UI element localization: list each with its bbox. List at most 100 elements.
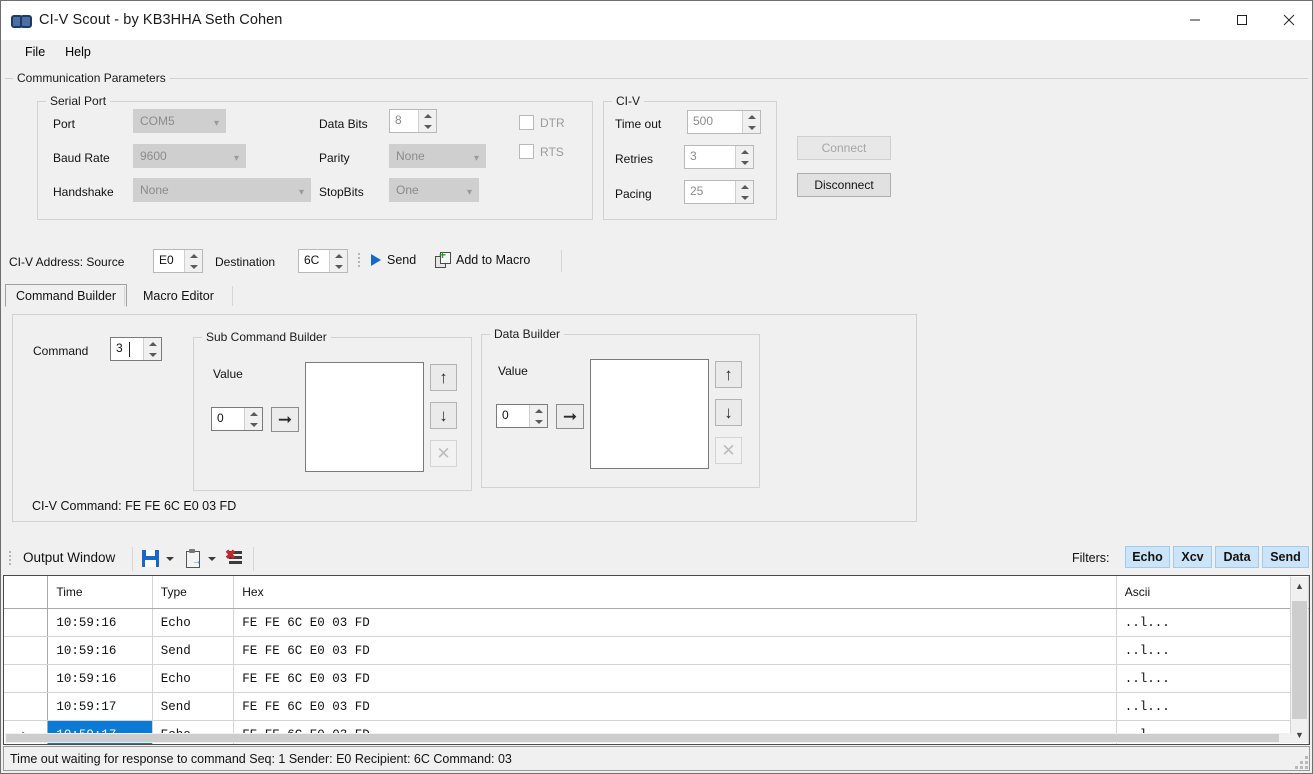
stepper-down[interactable] (144, 349, 161, 360)
save-dropdown-arrow-icon[interactable] (166, 557, 174, 561)
data-bits-stepper[interactable]: 8 (389, 109, 437, 133)
stepper-buttons[interactable] (735, 181, 753, 203)
stepper-buttons[interactable] (529, 405, 547, 427)
retries-stepper[interactable]: 3 (684, 145, 754, 169)
toolbar-grip[interactable] (358, 253, 361, 269)
table-row[interactable]: 10:59:16 Echo FE FE 6C E0 03 FD ..l... (4, 664, 1309, 693)
cell-type[interactable]: Echo (152, 664, 235, 693)
timeout-stepper[interactable]: 500 (687, 110, 761, 134)
menu-item-file[interactable]: File (15, 42, 55, 62)
column-header-hex[interactable]: Hex (233, 576, 1117, 609)
baud-rate-select[interactable]: 9600 ▾ (133, 144, 246, 168)
clear-list-icon[interactable]: ✖ (225, 548, 243, 566)
scroll-down-arrow-icon[interactable]: ▼ (1291, 726, 1308, 743)
sub-command-list[interactable] (305, 362, 424, 472)
cell-ascii[interactable]: ..l... (1116, 608, 1309, 637)
stepper-down[interactable] (736, 157, 753, 168)
sub-delete-button[interactable]: ✕ (430, 440, 457, 467)
stepper-up[interactable] (144, 338, 161, 349)
column-header-ascii[interactable]: Ascii (1116, 576, 1309, 609)
stepper-down[interactable] (530, 416, 547, 427)
column-header-time[interactable]: Time (47, 576, 153, 609)
table-row[interactable]: 10:59:17 Send FE FE 6C E0 03 FD ..l... (4, 692, 1309, 721)
filter-xcv-button[interactable]: Xcv (1173, 546, 1212, 568)
cell-ascii[interactable]: ..l... (1116, 664, 1309, 693)
stepper-buttons[interactable] (143, 338, 161, 360)
stepper-buttons[interactable] (244, 408, 262, 430)
cell-hex[interactable]: FE FE 6C E0 03 FD (233, 664, 1117, 693)
maximize-button[interactable] (1218, 1, 1265, 39)
sub-move-down-button[interactable]: ↓ (430, 402, 457, 429)
stepper-buttons[interactable] (418, 110, 436, 132)
scroll-up-arrow-icon[interactable]: ▲ (1291, 577, 1308, 594)
stepper-up[interactable] (743, 111, 760, 122)
scrollbar-thumb[interactable] (6, 734, 1280, 742)
parity-select[interactable]: None ▾ (389, 144, 486, 168)
stepper-down[interactable] (743, 122, 760, 133)
cell-time[interactable]: 10:59:16 (47, 636, 153, 665)
pacing-stepper[interactable]: 25 (684, 180, 754, 204)
filter-echo-button[interactable]: Echo (1125, 546, 1170, 568)
stepper-down[interactable] (419, 121, 436, 132)
cell-type[interactable]: Send (152, 692, 235, 721)
data-add-button[interactable]: ➞ (556, 404, 584, 429)
stepper-down[interactable] (736, 192, 753, 203)
close-button[interactable] (1265, 1, 1312, 39)
send-button[interactable]: Send (371, 253, 416, 267)
grid-vertical-scrollbar[interactable]: ▲ ▼ (1290, 577, 1308, 743)
data-move-down-button[interactable]: ↓ (715, 399, 742, 426)
stepper-down[interactable] (185, 261, 202, 272)
cell-time[interactable]: 10:59:16 (47, 664, 153, 693)
stepper-buttons[interactable] (735, 146, 753, 168)
add-to-macro-button[interactable]: + Add to Macro (435, 249, 530, 268)
cell-ascii[interactable]: ..l... (1116, 692, 1309, 721)
table-row[interactable]: 10:59:16 Send FE FE 6C E0 03 FD ..l... (4, 636, 1309, 665)
scrollbar-thumb[interactable] (1292, 601, 1307, 719)
stepper-up[interactable] (530, 405, 547, 416)
cell-hex[interactable]: FE FE 6C E0 03 FD (233, 692, 1117, 721)
stepper-down[interactable] (245, 419, 262, 430)
cell-time[interactable]: 10:59:16 (47, 608, 153, 637)
stepper-up[interactable] (736, 146, 753, 157)
data-list[interactable] (590, 359, 709, 469)
handshake-select[interactable]: None ▾ (133, 178, 311, 202)
stepper-buttons[interactable] (184, 250, 202, 272)
row-header-corner[interactable] (4, 576, 49, 609)
row-selector[interactable] (4, 664, 49, 693)
minimize-button[interactable] (1171, 1, 1218, 39)
rts-checkbox[interactable]: RTS (519, 144, 564, 159)
stepper-down[interactable] (330, 261, 347, 272)
stepper-buttons[interactable] (742, 111, 760, 133)
cell-time[interactable]: 10:59:17 (47, 692, 153, 721)
stepper-up[interactable] (736, 181, 753, 192)
port-select[interactable]: COM5 ▾ (133, 109, 226, 133)
sub-add-button[interactable]: ➞ (271, 407, 299, 432)
save-icon[interactable] (142, 550, 159, 567)
disconnect-button[interactable]: Disconnect (797, 173, 891, 197)
tab-command-builder[interactable]: Command Builder (5, 284, 128, 307)
sub-move-up-button[interactable]: ↑ (430, 364, 457, 391)
destination-address-stepper[interactable]: 6C (298, 249, 348, 273)
stepper-up[interactable] (330, 250, 347, 261)
cell-hex[interactable]: FE FE 6C E0 03 FD (233, 608, 1117, 637)
tab-macro-editor[interactable]: Macro Editor (133, 284, 224, 307)
filter-send-button[interactable]: Send (1262, 546, 1309, 568)
row-selector[interactable] (4, 636, 49, 665)
dtr-checkbox[interactable]: DTR (519, 115, 565, 130)
stepper-up[interactable] (419, 110, 436, 121)
table-row[interactable]: 10:59:16 Echo FE FE 6C E0 03 FD ..l... (4, 608, 1309, 637)
row-selector[interactable] (4, 608, 49, 637)
connect-button[interactable]: Connect (797, 136, 891, 160)
output-toolbar-grip[interactable] (9, 551, 12, 567)
data-value-input[interactable]: 0 (496, 404, 548, 428)
command-input[interactable]: 3 (110, 337, 162, 361)
cell-ascii[interactable]: ..l... (1116, 636, 1309, 665)
resize-grip[interactable] (1294, 755, 1308, 769)
column-header-type[interactable]: Type (152, 576, 235, 609)
stop-bits-select[interactable]: One ▾ (389, 178, 479, 202)
cell-type[interactable]: Echo (152, 608, 235, 637)
clipboard-icon[interactable]: → (185, 549, 202, 568)
output-grid[interactable]: Time Type Hex Ascii 10:59:16 Echo FE FE … (3, 575, 1310, 745)
stepper-up[interactable] (185, 250, 202, 261)
data-move-up-button[interactable]: ↑ (715, 361, 742, 388)
